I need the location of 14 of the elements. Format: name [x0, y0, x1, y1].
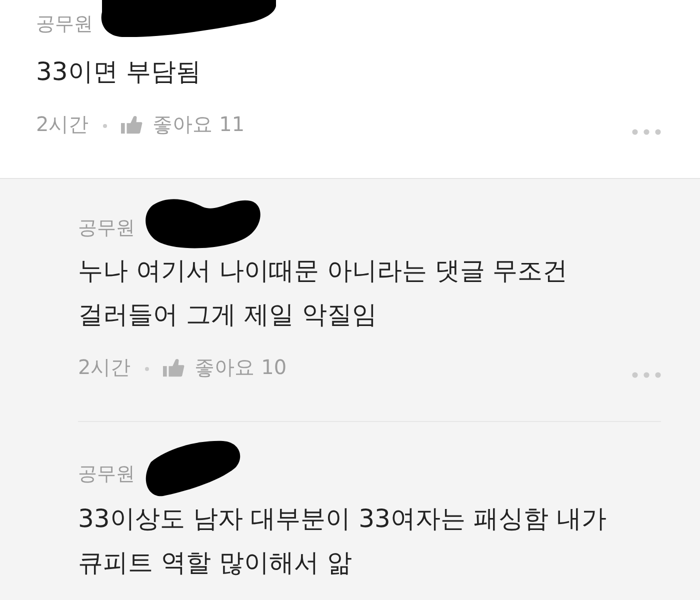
comment-time: 2시간 — [36, 112, 89, 136]
more-dots-icon[interactable] — [632, 129, 661, 135]
comment-text: 33이면 부담됨 — [36, 56, 202, 88]
comment-time: 2시간 — [78, 355, 131, 379]
more-dots-icon[interactable] — [632, 372, 661, 378]
author-name: 공무원 — [36, 12, 93, 36]
comment-text: 누나 여기서 나이때문 아니라는 댓글 무조건 걸러들어 그게 제일 악질임 — [78, 255, 569, 331]
thumbs-up-icon — [120, 114, 143, 134]
like-button[interactable]: 좋아요 11 — [120, 112, 245, 136]
thumbs-up-icon — [162, 358, 185, 376]
author-name: 공무원 — [78, 462, 135, 486]
author-name: 공무원 — [78, 216, 135, 240]
like-button[interactable]: 좋아요 10 — [162, 355, 287, 379]
comment-text: 33이상도 남자 대부분이 33여자는 패싱함 내가 큐피트 역할 많이해서 앎 — [78, 503, 608, 579]
